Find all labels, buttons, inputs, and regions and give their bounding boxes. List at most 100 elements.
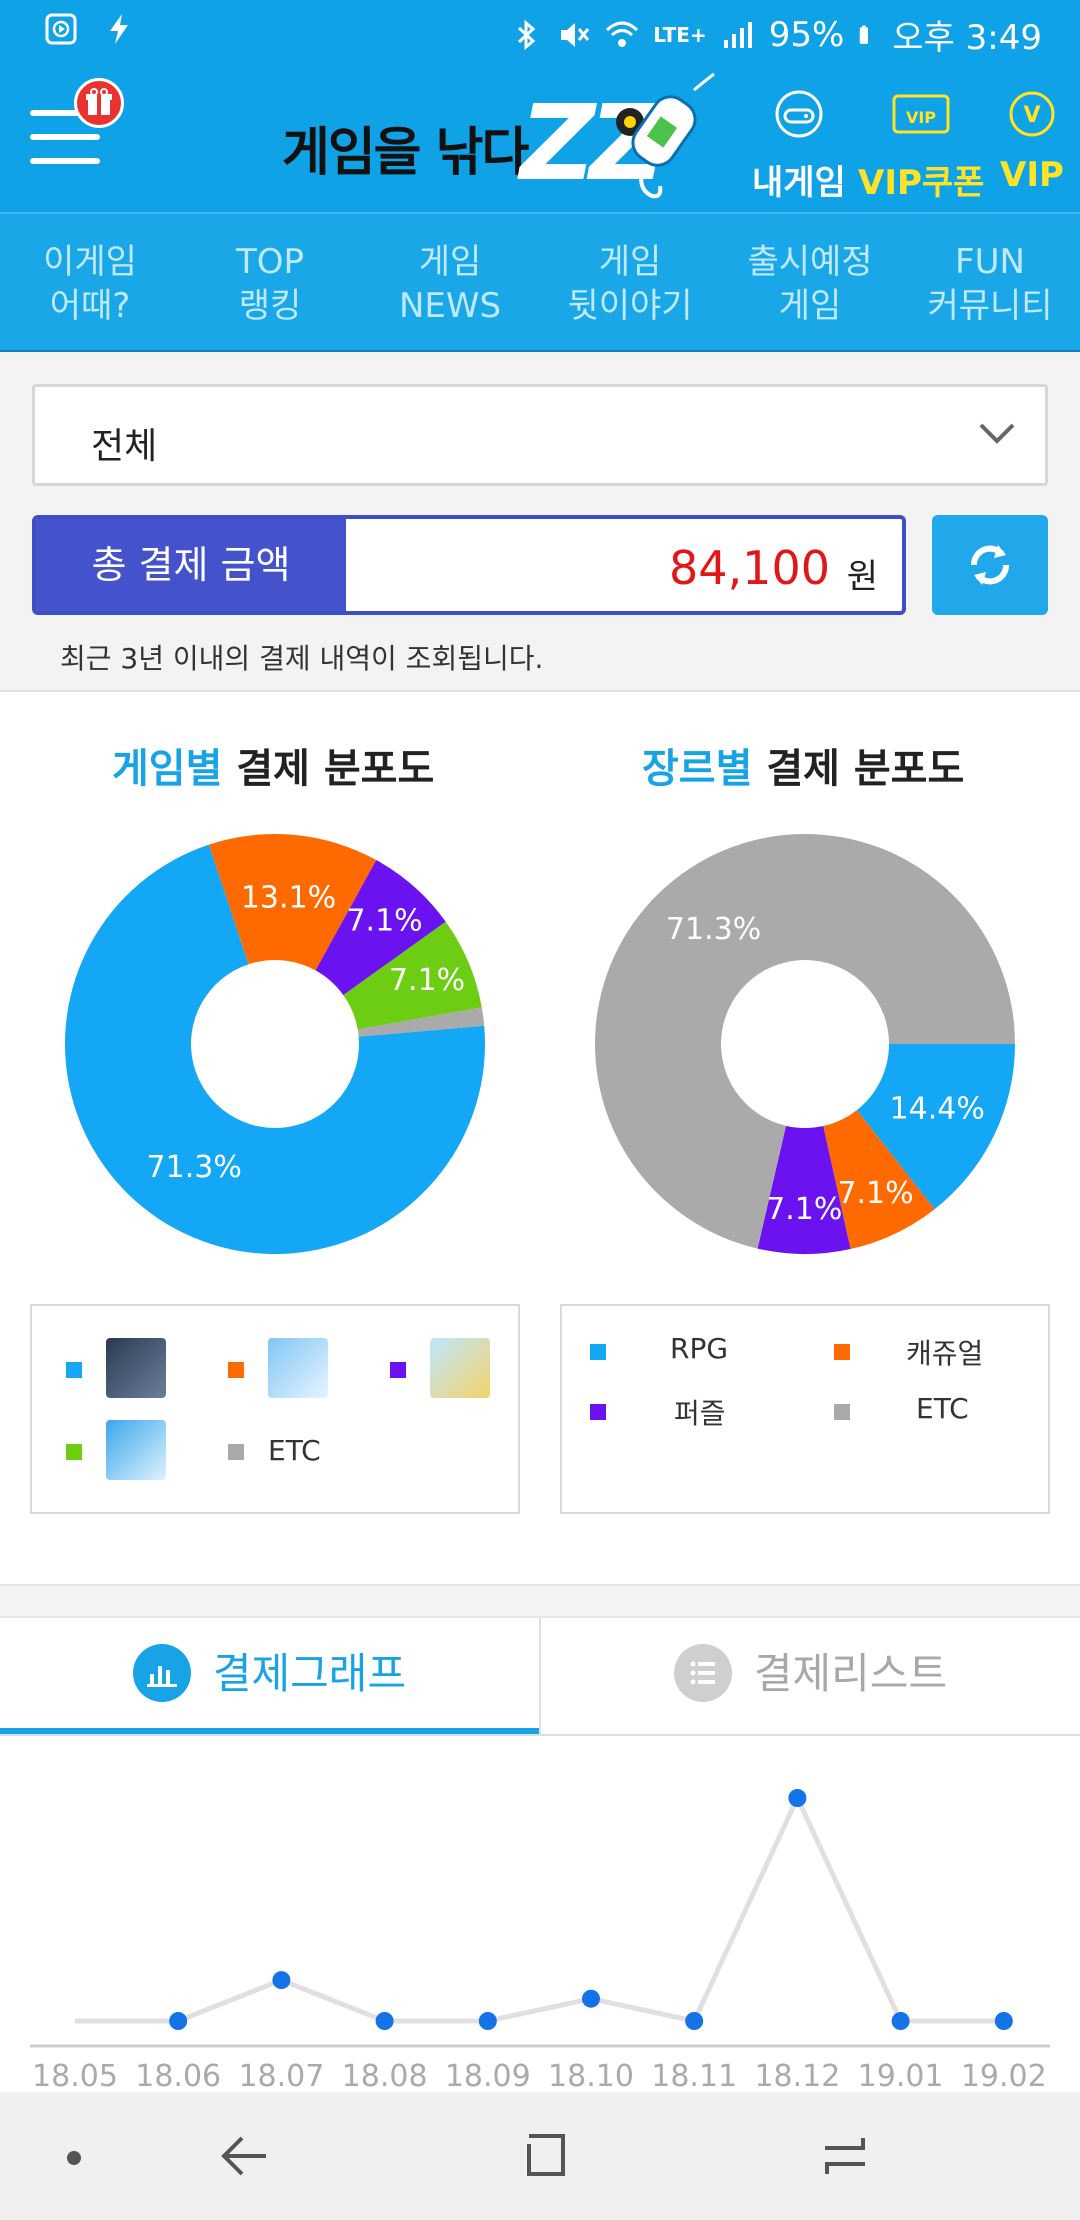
my-game-label: 내게임 (752, 163, 846, 203)
legend-label-casual: 캐쥬얼 (906, 1337, 984, 1370)
x-tick-label: 19.01 (858, 2059, 944, 2092)
x-tick-label: 18.08 (342, 2059, 428, 2092)
my-game-button[interactable]: 내게임 (752, 88, 846, 204)
legend-swatch (834, 1404, 850, 1420)
tab-payment-graph[interactable]: 결제그래프 (0, 1618, 539, 1734)
game-filter-select[interactable]: 전체 (32, 384, 1048, 486)
status-bar: LTE+ 95% 오후 3:49 (0, 0, 1080, 62)
x-tick-label: 18.07 (238, 2059, 324, 2092)
section-divider (0, 1584, 1080, 1618)
legend-label-etc: ETC (268, 1434, 321, 1467)
legend-swatch (590, 1404, 606, 1420)
home-icon[interactable] (515, 2126, 575, 2186)
payment-line-chart: 18.05 18.06 18.07 18.08 18.09 18.10 18.11 18.12… (30, 1789, 1050, 2094)
payment-summary: 전체 총 결제 금액 84,100 원 최근 3년 이내의 결제 내역이 조회됩… (0, 352, 1080, 692)
logo-text: 게임을 낚다 (282, 123, 529, 183)
fishing-lure-icon (616, 72, 715, 199)
payment-data-point[interactable] (375, 2012, 394, 2030)
legend-swatch (590, 1344, 606, 1360)
tab-payment-list-label: 결제리스트 (753, 1649, 948, 1698)
media-icon (45, 13, 77, 45)
payment-history-note: 최근 3년 이내의 결제 내역이 조회됩니다. (60, 642, 544, 675)
x-tick-label: 18.12 (754, 2059, 840, 2092)
vip-badge-text: V (1023, 103, 1040, 128)
game-legend: ETC (30, 1304, 520, 1514)
distribution-charts: 게임별 결제 분포도 장르별 결제 분포도 71.3% 13.1% 7.1% 7.1%… (0, 694, 1080, 1584)
nav-top-ranking[interactable]: TOP 랭킹 (180, 214, 360, 350)
nav-label: 게임 (418, 242, 482, 282)
payment-data-point[interactable] (994, 2012, 1013, 2030)
wifi-icon (606, 21, 639, 47)
genre-chart-title-highlight: 장르별 (642, 746, 753, 792)
system-nav-bar (0, 2092, 1080, 2220)
game-thumbnail (268, 1338, 328, 1398)
nav-game-stories[interactable]: 게임 뒷이야기 (540, 214, 720, 350)
dot-icon[interactable] (62, 2146, 86, 2170)
total-payment-label: 총 결제 금액 (36, 519, 346, 611)
nav-label: TOP (235, 242, 305, 282)
nav-label: 게임 (598, 242, 662, 282)
signal-icon (723, 21, 752, 48)
x-tick-label: 19.02 (961, 2059, 1047, 2092)
game-donut-chart: 71.3% 13.1% 7.1% 7.1% (65, 834, 485, 1254)
nav-label: 어때? (49, 286, 131, 326)
x-tick-label: 18.10 (548, 2059, 634, 2092)
payment-view-tabs: 결제그래프 결제리스트 (0, 1618, 1080, 1736)
donut-slice-label: 13.1% (241, 881, 336, 916)
donut-slice-label: 14.4% (890, 1091, 985, 1126)
recent-apps-icon[interactable] (815, 2126, 875, 2186)
nav-label: 이게임 (43, 242, 137, 282)
genre-chart-title: 장르별 결제 분포도 (642, 736, 964, 794)
legend-swatch (228, 1362, 244, 1378)
mute-icon (561, 22, 590, 47)
nav-label: 출시예정 (747, 242, 873, 282)
donut-slice-label: 71.3% (147, 1150, 242, 1185)
nav-upcoming-games[interactable]: 출시예정 게임 (720, 214, 900, 350)
donut-slice-label: 7.1% (346, 904, 422, 939)
game-chart-title-highlight: 게임별 (112, 746, 223, 792)
payment-data-point[interactable] (169, 2012, 188, 2030)
refresh-button[interactable] (932, 515, 1048, 615)
genre-legend: RPG 캐쥬얼 퍼즐 ETC (560, 1304, 1050, 1514)
x-tick-label: 18.06 (135, 2059, 221, 2092)
currency-unit: 원 (846, 557, 878, 597)
nav-label: 커뮤니티 (927, 286, 1053, 326)
bar-chart-icon (132, 1643, 191, 1702)
donut-slice-label: 71.3% (666, 912, 761, 947)
chevron-down-icon (979, 423, 1015, 444)
vip-badge-icon: V (1009, 91, 1055, 137)
total-payment-box: 총 결제 금액 84,100 원 (32, 515, 906, 615)
payment-data-point[interactable] (685, 2012, 704, 2030)
payment-series-line (75, 1792, 1004, 2024)
battery-percent: 95% (768, 14, 845, 55)
nav-game-news[interactable]: 게임 NEWS (360, 214, 540, 350)
payment-data-point[interactable] (788, 1789, 807, 1807)
vip-button[interactable]: V VIP (1000, 88, 1064, 195)
legend-label-puzzle: 퍼즐 (674, 1397, 726, 1430)
back-icon[interactable] (214, 2126, 274, 2186)
payment-data-point[interactable] (478, 2012, 497, 2030)
payment-data-point[interactable] (891, 2012, 910, 2030)
legend-swatch (228, 1444, 244, 1460)
nav-label: 게임 (778, 286, 842, 326)
refresh-icon (970, 545, 1010, 585)
legend-swatch (390, 1362, 406, 1378)
tab-payment-list[interactable]: 결제리스트 (539, 1618, 1080, 1734)
battery-icon (860, 25, 869, 44)
nav-label: 뒷이야기 (567, 286, 693, 326)
coupon-badge-text: VIP (906, 108, 936, 127)
game-thumbnail (106, 1338, 166, 1398)
nav-how-about-this-game[interactable]: 이게임 어때? (0, 214, 180, 350)
nav-fun-community[interactable]: FUN 커뮤니티 (900, 214, 1080, 350)
x-tick-label: 18.09 (445, 2059, 531, 2092)
bluetooth-icon (518, 19, 536, 50)
main-nav: 이게임 어때? TOP 랭킹 게임 NEWS 게임 뒷이야기 출시예정 게임 FUN 커뮤니… (0, 212, 1080, 352)
clock: 오후 3:49 (892, 18, 1042, 58)
payment-data-point[interactable] (272, 1971, 291, 1990)
game-thumbnail (430, 1338, 490, 1398)
payment-data-point[interactable] (582, 1989, 600, 2008)
x-tick-label: 18.05 (32, 2059, 118, 2092)
gift-icon[interactable] (74, 78, 124, 128)
vip-coupon-button[interactable]: VIP VIP쿠폰 (858, 88, 984, 204)
app-logo[interactable]: 게임을 낚다 ZZ (282, 70, 742, 210)
